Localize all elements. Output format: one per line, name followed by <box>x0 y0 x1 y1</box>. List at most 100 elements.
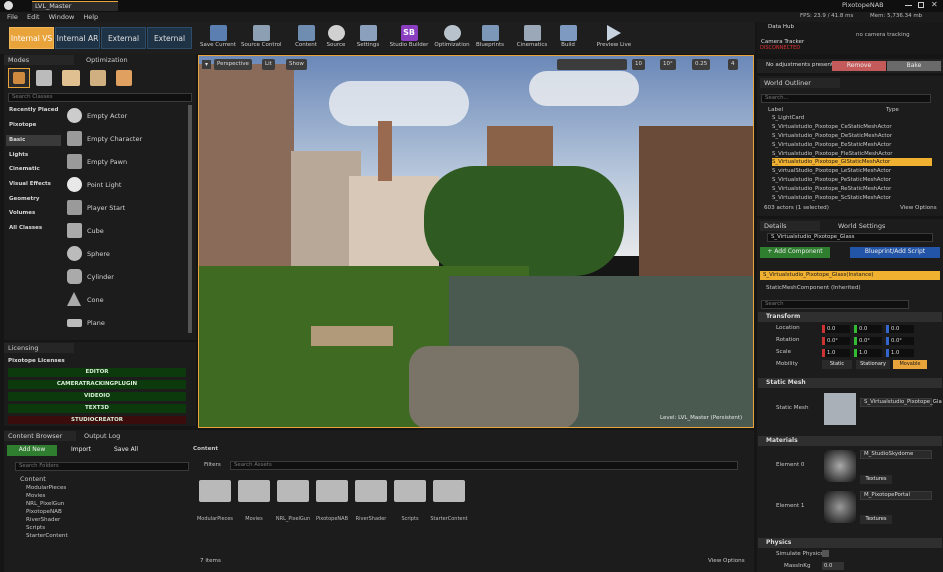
folder-icon[interactable] <box>199 480 231 502</box>
tab-details[interactable]: Details <box>760 221 820 231</box>
tab-modes[interactable]: Modes <box>4 55 74 65</box>
save-all-button[interactable]: Save All <box>106 445 146 456</box>
place-plane[interactable]: Plane <box>64 312 188 334</box>
studio-builder-button[interactable]: SB Studio Builder <box>389 24 429 52</box>
search-assets-input[interactable]: Search Assets <box>230 461 738 470</box>
tab-optimization[interactable]: Optimization <box>82 55 158 65</box>
place-empty-actor[interactable]: Empty Actor <box>64 105 188 127</box>
outliner-col-type[interactable]: Type <box>886 107 899 113</box>
search-folders-input[interactable]: Search Folders <box>15 462 189 471</box>
close-icon[interactable]: ✕ <box>931 0 938 9</box>
material0-field[interactable]: M_StudioSkydome <box>860 450 932 459</box>
mobility-movable[interactable]: Movable <box>893 360 927 369</box>
materials-section[interactable]: Materials <box>758 436 942 446</box>
modes-scrollbar[interactable] <box>188 105 192 333</box>
filters-button[interactable]: Filters <box>204 462 221 468</box>
folder-icon[interactable] <box>355 480 387 502</box>
viewport[interactable] <box>198 55 754 428</box>
outliner-row[interactable]: S_LightCard <box>772 114 932 122</box>
source-control-button[interactable]: Source Control <box>241 24 282 52</box>
location-z-field[interactable]: 0.0 <box>886 325 914 333</box>
settings-button[interactable]: Settings <box>348 24 388 52</box>
class-volumes[interactable]: Volumes <box>9 210 35 216</box>
tab-world-settings[interactable]: World Settings <box>834 221 894 231</box>
tree-folder[interactable]: PixotopeNAB <box>26 509 62 515</box>
material1-field[interactable]: M_PixotopePortal <box>860 491 932 500</box>
tree-folder[interactable]: ModularPieces <box>26 485 66 491</box>
mass-field[interactable]: 0.0 <box>822 562 844 570</box>
minimize-icon[interactable] <box>905 5 912 6</box>
location-y-field[interactable]: 0.0 <box>854 325 882 333</box>
menu-help[interactable]: Help <box>83 12 98 22</box>
build-button[interactable]: Build <box>548 24 588 52</box>
outliner-search-input[interactable]: Search... <box>761 94 931 103</box>
perspective-button[interactable]: Perspective <box>214 59 252 70</box>
actor-name-field[interactable]: S_Virtualstudio_Pixotope_Glass <box>767 233 933 242</box>
outliner-row-selected[interactable]: S_Virtualstudio_Pixotope_GlStaticMeshAct… <box>772 158 932 166</box>
rotation-z-field[interactable]: 0.0° <box>886 337 914 345</box>
material1-textures-dropdown[interactable]: Textures <box>860 515 892 524</box>
tree-folder[interactable]: NRL_PixelGun <box>26 501 64 507</box>
internal-vs-button[interactable]: Internal VS <box>9 27 54 49</box>
class-lights[interactable]: Lights <box>9 152 28 158</box>
camera-speed-value[interactable]: 4 <box>728 59 738 70</box>
folder-icon[interactable] <box>394 480 426 502</box>
transform-section[interactable]: Transform <box>758 312 942 322</box>
search-classes-input[interactable]: Search Classes <box>8 93 192 102</box>
place-player-start[interactable]: Player Start <box>64 197 188 219</box>
place-empty-pawn[interactable]: Empty Pawn <box>64 151 188 173</box>
content-view-options[interactable]: View Options <box>708 558 745 564</box>
tree-folder[interactable]: RiverShader <box>26 517 60 523</box>
folder-icon[interactable] <box>277 480 309 502</box>
tab-output-log[interactable]: Output Log <box>80 431 140 441</box>
save-current-button[interactable]: Save Current <box>198 24 238 52</box>
place-empty-character[interactable]: Empty Character <box>64 128 188 150</box>
blueprints-button[interactable]: Blueprints <box>470 24 510 52</box>
cinematics-button[interactable]: Cinematics <box>512 24 552 52</box>
static-mesh-field[interactable]: S_Virtualstudio_Pixotope_Gla <box>860 398 942 407</box>
class-recently-placed[interactable]: Recently Placed <box>9 107 58 113</box>
rotation-x-field[interactable]: 0.0° <box>822 337 850 345</box>
place-mode-icon[interactable] <box>8 68 30 88</box>
content-path-breadcrumb[interactable]: Content <box>193 446 218 452</box>
external-vs-button[interactable]: External VS <box>101 27 146 65</box>
place-sphere[interactable]: Sphere <box>64 243 188 265</box>
class-cinematic[interactable]: Cinematic <box>9 166 40 172</box>
show-button[interactable]: Show <box>286 59 307 70</box>
scale-y-field[interactable]: 1.0 <box>854 349 882 357</box>
details-search-input[interactable]: Search <box>761 300 909 309</box>
scale-x-field[interactable]: 1.0 <box>822 349 850 357</box>
folder-icon[interactable] <box>316 480 348 502</box>
mobility-stationary[interactable]: Stationary <box>856 360 890 369</box>
scale-z-field[interactable]: 1.0 <box>886 349 914 357</box>
external-ar-button[interactable]: External AR <box>147 27 192 65</box>
class-geometry[interactable]: Geometry <box>9 196 39 202</box>
place-cube[interactable]: Cube <box>64 220 188 242</box>
level-tab[interactable]: LVL_Master <box>32 1 118 11</box>
grid-snap-value[interactable]: 10 <box>632 59 645 70</box>
geometry-mode-icon[interactable] <box>116 70 132 86</box>
landscape-mode-icon[interactable] <box>62 70 80 86</box>
physics-section[interactable]: Physics <box>758 538 942 548</box>
class-basic[interactable]: Basic <box>9 137 25 143</box>
tree-folder[interactable]: Scripts <box>26 525 45 531</box>
tab-content-browser[interactable]: Content Browser <box>4 431 76 441</box>
instance-row[interactable]: S_Virtualstudio_Pixotope_Glass(Instance) <box>760 271 940 280</box>
add-component-button[interactable]: + Add Component <box>760 247 830 258</box>
outliner-row[interactable]: S_Virtualstudio_Pixotope_ScStaticMeshAct… <box>772 194 932 202</box>
rotation-y-field[interactable]: 0.0° <box>854 337 882 345</box>
static-mesh-section[interactable]: Static Mesh <box>758 378 942 388</box>
add-new-button[interactable]: Add New <box>7 445 57 456</box>
material0-textures-dropdown[interactable]: Textures <box>860 475 892 484</box>
folder-icon[interactable] <box>238 480 270 502</box>
outliner-col-label[interactable]: Label <box>768 107 783 113</box>
tree-folder[interactable]: StarterContent <box>26 533 68 539</box>
blueprint-add-script-button[interactable]: Blueprint/Add Script <box>850 247 940 258</box>
component-row[interactable]: StaticMeshComponent (Inherited) <box>766 285 861 291</box>
mobility-static[interactable]: Static <box>822 360 852 369</box>
outliner-row[interactable]: S_Virtualstudio_Pixotope_ReStaticMeshAct… <box>772 185 932 193</box>
menu-window[interactable]: Window <box>49 12 75 22</box>
maximize-icon[interactable] <box>918 2 924 8</box>
place-cylinder[interactable]: Cylinder <box>64 266 188 288</box>
tab-licensing[interactable]: Licensing <box>4 343 74 353</box>
